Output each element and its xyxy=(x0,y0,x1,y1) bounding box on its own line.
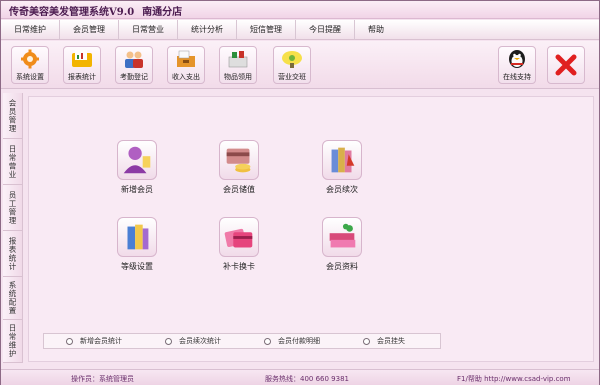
member-profile-label: 会员资料 xyxy=(326,262,358,271)
app-name: 传奇美容美发管理系统V9.0 xyxy=(9,7,135,18)
title-bar: 传奇美容美发管理系统V9.0 南通分店 xyxy=(1,1,599,19)
side-item-label: 报表统计 xyxy=(8,236,17,271)
side-item-label: 系统配置 xyxy=(8,281,17,315)
app-title: 传奇美容美发管理系统V9.0 南通分店 xyxy=(9,3,182,18)
gear-icon xyxy=(21,49,39,69)
radio-label: 新增会员统计 xyxy=(80,337,122,345)
side-item-label: 会员管理 xyxy=(8,98,17,133)
new-member-label: 新增会员 xyxy=(121,185,153,194)
card-replace-icon xyxy=(219,217,259,257)
shift-icon xyxy=(282,51,302,68)
menu-statistics[interactable]: 统计分析 xyxy=(178,19,237,40)
new-member-icon xyxy=(117,140,157,180)
side-item-staff-management[interactable]: 员工管理 xyxy=(3,185,22,231)
attendance-label: 考勤登记 xyxy=(120,73,148,81)
radio-label: 会员付款明细 xyxy=(278,337,320,345)
side-item-system-config[interactable]: 系统配置 xyxy=(3,277,22,320)
radio-circle[interactable] xyxy=(264,337,271,345)
radio-payment-details[interactable]: 会员付款明细 xyxy=(242,336,341,346)
radio-card-loss[interactable]: 会员挂失 xyxy=(341,336,440,346)
radio-new-member-stats[interactable]: 新增会员统计 xyxy=(44,336,143,346)
branch-name: 南通分店 xyxy=(142,7,183,18)
side-item-label: 日常营业 xyxy=(8,144,17,179)
online-support-label: 在线支持 xyxy=(503,73,531,81)
member-deposit-label: 会员储值 xyxy=(223,185,255,194)
staff-icon xyxy=(125,51,143,68)
reports-label: 报表统计 xyxy=(68,73,96,81)
menu-help[interactable]: 帮助 xyxy=(355,20,397,40)
online-support-button[interactable]: 在线支持 xyxy=(498,46,536,84)
status-bar: 操作员：系统管理员 服务热线：400 660 9381 F1/帮助 http:/… xyxy=(1,369,599,385)
side-item-label: 员工管理 xyxy=(8,190,17,225)
member-renew-label: 会员续次 xyxy=(326,185,358,194)
income-expense-button[interactable]: 收入支出 xyxy=(167,46,205,84)
card-replace-button[interactable]: 补卡换卡 xyxy=(204,217,274,272)
menu-reminders[interactable]: 今日提醒 xyxy=(296,19,355,40)
shift-handover-button[interactable]: 营业交班 xyxy=(273,46,311,84)
side-item-daily-business[interactable]: 日常营业 xyxy=(3,139,22,185)
shift-handover-label: 营业交班 xyxy=(278,73,306,81)
radio-label: 会员挂失 xyxy=(377,337,405,345)
member-profile-icon xyxy=(322,217,362,257)
attendance-button[interactable]: 考勤登记 xyxy=(115,46,153,84)
side-item-label: 日常维护 xyxy=(8,324,17,358)
income-expense-label: 收入支出 xyxy=(172,73,200,81)
goods-issue-button[interactable]: 物品领用 xyxy=(219,46,257,84)
goods-issue-label: 物品领用 xyxy=(224,73,252,81)
app-window: 传奇美容美发管理系统V9.0 南通分店 日常维护 会员管理 日常营业 统计分析 短… xyxy=(0,0,600,385)
member-renew-button[interactable]: 会员续次 xyxy=(307,140,377,195)
card-replace-label: 补卡换卡 xyxy=(223,262,255,271)
new-member-button[interactable]: 新增会员 xyxy=(102,140,172,195)
menu-bar: 日常维护 会员管理 日常营业 统计分析 短信管理 今日提醒 帮助 xyxy=(1,19,599,40)
reports-button[interactable]: 报表统计 xyxy=(63,46,101,84)
side-item-daily-maintenance[interactable]: 日常维护 xyxy=(3,320,22,363)
side-item-member-management[interactable]: 会员管理 xyxy=(3,93,22,139)
member-deposit-button[interactable]: 会员储值 xyxy=(204,140,274,195)
level-settings-icon xyxy=(117,217,157,257)
radio-circle[interactable] xyxy=(66,337,73,345)
menu-daily-maintenance[interactable]: 日常维护 xyxy=(1,19,60,40)
stats-radio-group: 新增会员统计 会员续次统计 会员付款明细 会员挂失 xyxy=(43,333,441,349)
level-settings-label: 等级设置 xyxy=(121,262,153,271)
main-panel: 新增会员 会员储值 会员续次 等级设置 补卡换卡 会员资料 新增会员统计 会员续… xyxy=(28,96,594,362)
operator-text: 操作员：系统管理员 xyxy=(71,375,134,383)
radio-circle[interactable] xyxy=(363,337,370,345)
system-settings-label: 系统设置 xyxy=(16,73,44,81)
radio-renew-stats[interactable]: 会员续次统计 xyxy=(143,336,242,346)
member-renew-icon xyxy=(322,140,362,180)
close-icon xyxy=(555,54,577,76)
menu-member-management[interactable]: 会员管理 xyxy=(60,19,119,40)
hotline-text: 服务热线：400 660 9381 xyxy=(265,375,349,383)
cash-box-icon xyxy=(177,50,195,67)
side-nav: 会员管理 日常营业 员工管理 报表统计 系统配置 日常维护 xyxy=(3,93,23,363)
member-deposit-icon xyxy=(219,140,259,180)
toolbar: 系统设置 报表统计 考勤登记 收入支出 物品领用 营业交班 在线支持 xyxy=(1,41,599,89)
help-link[interactable]: F1/帮助 http://www.csad-vip.com xyxy=(457,374,571,384)
side-item-reports[interactable]: 报表统计 xyxy=(3,231,22,277)
level-settings-button[interactable]: 等级设置 xyxy=(102,217,172,272)
radio-circle[interactable] xyxy=(165,337,172,345)
menu-daily-business[interactable]: 日常营业 xyxy=(119,19,178,40)
goods-icon xyxy=(228,51,248,68)
exit-button[interactable] xyxy=(547,46,585,84)
system-settings-button[interactable]: 系统设置 xyxy=(11,46,49,84)
radio-label: 会员续次统计 xyxy=(179,337,221,345)
folder-chart-icon xyxy=(72,50,92,67)
member-profile-button[interactable]: 会员资料 xyxy=(307,217,377,272)
qq-penguin-icon xyxy=(509,50,525,68)
menu-sms[interactable]: 短信管理 xyxy=(237,19,296,40)
